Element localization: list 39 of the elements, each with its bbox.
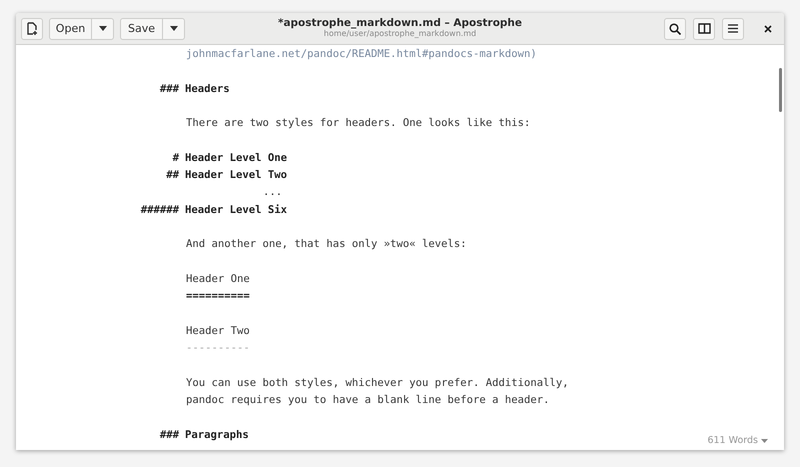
search-icon <box>669 22 681 34</box>
heading-text: Header Level Two <box>185 168 288 184</box>
heading-marker: # <box>172 150 179 166</box>
text-line: Header One <box>186 272 250 287</box>
heading-text: Header Level Six <box>185 202 288 218</box>
preview-button[interactable] <box>693 18 715 40</box>
book-icon <box>698 23 710 34</box>
new-document-icon <box>26 22 38 35</box>
heading-marker: ###### <box>140 202 179 218</box>
heading-marker: ### <box>158 82 179 97</box>
link-text: johnmacfarlane.net/pandoc/README.html#pandocs-markdown) <box>186 47 537 62</box>
scrollbar[interactable] <box>779 68 782 112</box>
new-document-button[interactable] <box>21 18 43 40</box>
menu-button[interactable] <box>722 18 744 40</box>
caret-icon <box>98 26 106 31</box>
text-line: You can use both styles, whichever you prefer. Additionally, <box>186 376 569 391</box>
caret-icon <box>170 26 178 31</box>
menu-icon <box>728 24 738 33</box>
open-button[interactable]: Open <box>49 18 92 40</box>
heading-text: Headers <box>185 82 230 97</box>
text-line: Header Two <box>186 324 250 339</box>
text-line: pandoc requires you to have a blank line before a header. <box>186 392 550 408</box>
window-title: *apostrophe_markdown.md – Apostrophe <box>278 18 522 30</box>
close-icon <box>764 24 772 32</box>
ellipsis-text: ... <box>263 185 282 200</box>
file-path: home/user/apostrophe_markdown.md <box>324 30 476 39</box>
underline-marker: ========== <box>186 289 250 304</box>
heading-marker: ### <box>158 428 179 443</box>
save-dropdown-button[interactable] <box>163 18 185 40</box>
heading-text: Header Level One <box>185 150 288 166</box>
heading-marker: ## <box>165 168 179 184</box>
underline-marker: ---------- <box>186 341 250 356</box>
open-dropdown-button[interactable] <box>92 18 114 40</box>
heading-text: Paragraphs <box>185 428 249 443</box>
save-button[interactable]: Save <box>120 18 163 40</box>
text-line: There are two styles for headers. One looks like this: <box>186 116 530 132</box>
search-button[interactable] <box>664 18 686 40</box>
text-line: And another one, that has only »two« levels: <box>186 237 467 252</box>
caret-icon <box>761 438 768 442</box>
